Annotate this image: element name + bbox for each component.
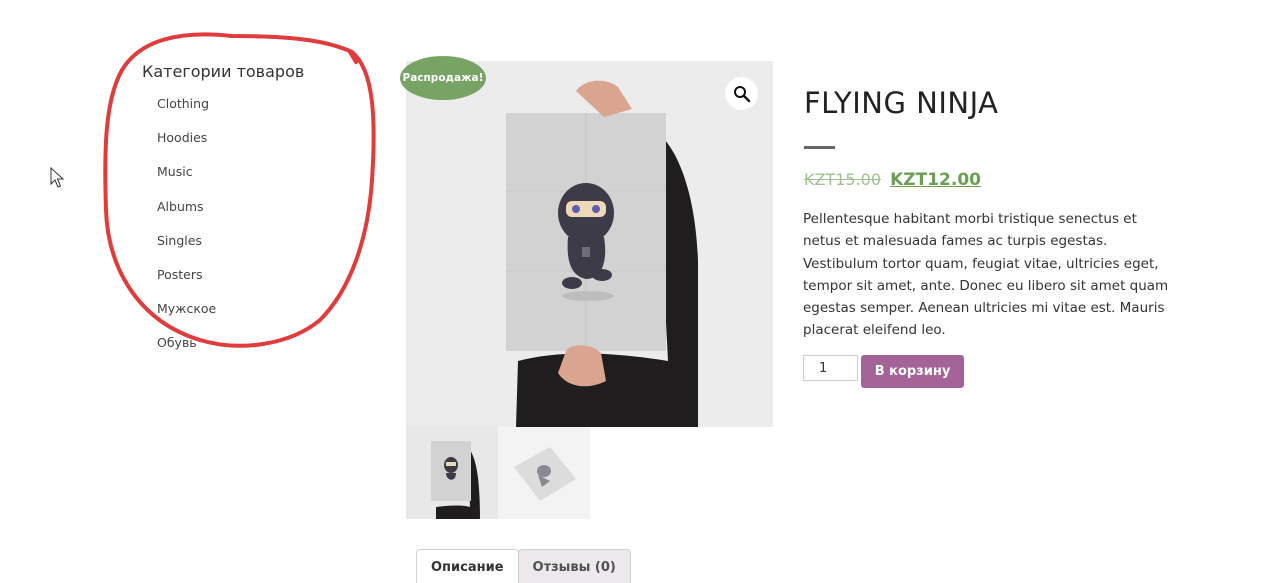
thumbnail-poster-image <box>406 427 498 519</box>
category-item-music[interactable]: Music <box>157 162 362 196</box>
ninja-poster-illustration <box>406 61 773 427</box>
sale-price: KZT12.00 <box>890 170 981 190</box>
product-main-image[interactable] <box>406 61 773 427</box>
gallery-thumbnail-2[interactable] <box>498 427 590 519</box>
regular-price: KZT15.00 <box>804 170 882 189</box>
category-item-albums[interactable]: Albums <box>157 197 362 231</box>
product-title: FLYING NINJA <box>804 86 999 120</box>
add-to-cart-button[interactable]: В корзину <box>861 355 964 388</box>
zoom-button[interactable] <box>725 77 758 110</box>
mouse-cursor-icon <box>50 167 64 188</box>
gallery-thumbnail-1[interactable] <box>406 427 498 519</box>
magnifier-icon <box>733 85 750 102</box>
category-item-posters[interactable]: Posters <box>157 265 362 299</box>
category-item-hoodies[interactable]: Hoodies <box>157 128 362 162</box>
title-divider <box>804 146 835 149</box>
tab-reviews[interactable]: Отзывы (0) <box>517 549 631 583</box>
sale-badge: Распродажа! <box>400 56 486 100</box>
tab-description[interactable]: Описание <box>416 549 519 583</box>
category-item-clothing[interactable]: Clothing <box>157 94 362 128</box>
product-short-description: Pellentesque habitant morbi tristique se… <box>803 211 1169 339</box>
category-list: Clothing Hoodies Music Albums Singles Po… <box>142 94 362 368</box>
category-item-singles[interactable]: Singles <box>157 231 362 265</box>
product-categories-widget: Категории товаров Clothing Hoodies Music… <box>142 62 362 368</box>
product-tabs: Описание Отзывы (0) <box>416 549 631 583</box>
category-item-shoes[interactable]: Обувь <box>157 333 362 367</box>
quantity-input[interactable] <box>803 355 858 381</box>
thumbnail-poster-flat-image <box>498 427 590 519</box>
category-item-mens[interactable]: Мужское <box>157 299 362 333</box>
sidebar-title: Категории товаров <box>142 62 305 81</box>
product-price: KZT15.00 KZT12.00 <box>804 170 981 190</box>
